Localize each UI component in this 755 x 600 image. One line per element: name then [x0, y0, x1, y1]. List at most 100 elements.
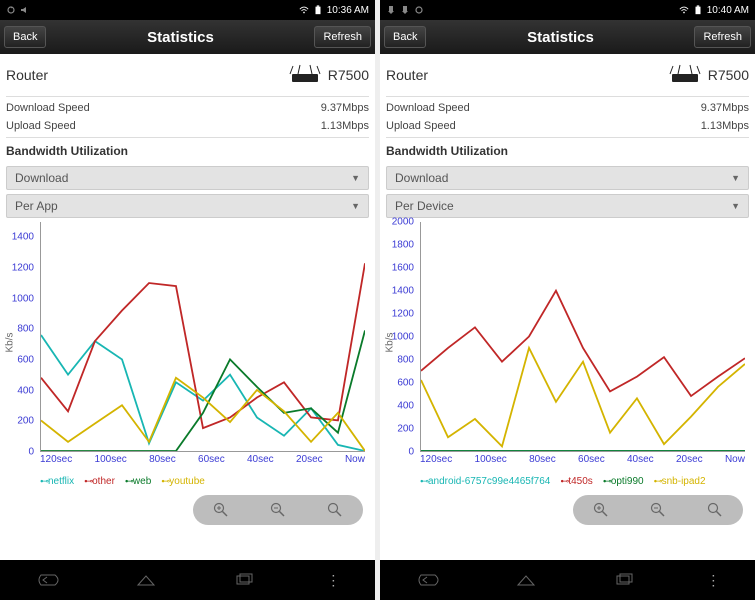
legend: ⊷android-6757c99e4465f764⊷t450s⊷opti990⊷…	[386, 472, 749, 491]
x-tick: 40sec	[627, 454, 654, 472]
back-button[interactable]: Back	[4, 26, 46, 48]
chart-svg	[421, 222, 745, 451]
content: Router R7500 Download Speed 9.37Mbps Upl…	[0, 54, 375, 560]
y-axis: 0200400600800100012001400160018002000	[386, 222, 416, 452]
wifi-icon	[299, 5, 309, 15]
x-tick: 20sec	[296, 454, 323, 472]
download-speed-label: Download Speed	[6, 102, 90, 114]
zoom-bar	[193, 495, 363, 525]
download-speed-value: 9.37Mbps	[701, 102, 749, 114]
x-tick: 100sec	[475, 454, 507, 472]
chart-left: Kb/s 0200400600800100012001400 120sec100…	[6, 222, 369, 472]
zoom-out-icon[interactable]	[270, 502, 286, 518]
x-axis: 120sec100sec80sec60sec40sec20secNow	[40, 454, 365, 472]
download-icon	[386, 5, 396, 15]
nav-recent-icon[interactable]	[609, 573, 637, 587]
y-tick: 1000	[6, 293, 34, 304]
phone-left: 10:36 AM Back Statistics Refresh Router …	[0, 0, 375, 600]
nav-recent-icon[interactable]	[229, 573, 257, 587]
upload-speed-value: 1.13Mbps	[321, 120, 369, 132]
x-axis: 120sec100sec80sec60sec40sec20secNow	[420, 454, 745, 472]
x-tick: 60sec	[198, 454, 225, 472]
legend-item: ⊷netflix	[40, 476, 74, 487]
legend-item: ⊷other	[84, 476, 115, 487]
dropdown-group[interactable]: Per App ▼	[6, 194, 369, 218]
upload-speed-row: Upload Speed 1.13Mbps	[386, 117, 749, 135]
nav-back-icon[interactable]	[415, 573, 443, 587]
download-speed-label: Download Speed	[386, 102, 470, 114]
status-time: 10:36 AM	[327, 5, 369, 16]
bandwidth-title: Bandwidth Utilization	[386, 140, 749, 162]
zoom-out-icon[interactable]	[650, 502, 666, 518]
status-time: 10:40 AM	[707, 5, 749, 16]
dropdown-direction-value: Download	[15, 171, 68, 185]
zoom-in-icon[interactable]	[593, 502, 609, 518]
nav-home-icon[interactable]	[512, 573, 540, 587]
refresh-button[interactable]: Refresh	[314, 26, 371, 48]
chevron-down-icon: ▼	[351, 173, 360, 183]
chevron-down-icon: ▼	[351, 201, 360, 211]
header: Back Statistics Refresh	[380, 20, 755, 54]
plot-area[interactable]	[420, 222, 745, 452]
legend-item: ⊷t450s	[560, 476, 592, 487]
sync-icon	[414, 5, 424, 15]
navbar: ⋮	[380, 560, 755, 600]
y-tick: 200	[6, 416, 34, 427]
x-tick: 100sec	[95, 454, 127, 472]
router-row: Router R7500	[6, 60, 369, 94]
y-tick: 200	[386, 424, 414, 435]
page-title: Statistics	[426, 29, 694, 46]
back-button[interactable]: Back	[384, 26, 426, 48]
y-tick: 0	[386, 447, 414, 458]
y-tick: 600	[386, 378, 414, 389]
battery-icon	[693, 5, 703, 15]
status-bar: 10:36 AM	[0, 0, 375, 20]
y-axis: 0200400600800100012001400	[6, 222, 36, 452]
dropdown-direction[interactable]: Download ▼	[386, 166, 749, 190]
router-label: Router	[6, 67, 48, 83]
nav-menu-icon[interactable]: ⋮	[706, 572, 720, 589]
dropdown-direction-value: Download	[395, 171, 448, 185]
y-tick: 1800	[386, 240, 414, 251]
upload-speed-label: Upload Speed	[386, 120, 456, 132]
page-title: Statistics	[46, 29, 314, 46]
chevron-down-icon: ▼	[731, 173, 740, 183]
dropdown-group[interactable]: Per Device ▼	[386, 194, 749, 218]
x-tick: 20sec	[676, 454, 703, 472]
zoom-reset-icon[interactable]	[327, 502, 343, 518]
plot-area[interactable]	[40, 222, 365, 452]
upload-speed-row: Upload Speed 1.13Mbps	[6, 117, 369, 135]
bandwidth-title: Bandwidth Utilization	[6, 140, 369, 162]
dropdown-direction[interactable]: Download ▼	[6, 166, 369, 190]
upload-speed-value: 1.13Mbps	[701, 120, 749, 132]
download-speed-row: Download Speed 9.37Mbps	[386, 99, 749, 117]
nav-menu-icon[interactable]: ⋮	[326, 572, 340, 589]
volume-icon	[20, 5, 30, 15]
content: Router R7500 Download Speed 9.37Mbps Upl…	[380, 54, 755, 560]
legend-item: ⊷youtube	[161, 476, 205, 487]
y-tick: 400	[6, 385, 34, 396]
zoom-bar	[573, 495, 743, 525]
nav-back-icon[interactable]	[35, 573, 63, 587]
nav-home-icon[interactable]	[132, 573, 160, 587]
download-speed-row: Download Speed 9.37Mbps	[6, 99, 369, 117]
phone-right: 10:40 AM Back Statistics Refresh Router …	[380, 0, 755, 600]
legend-item: ⊷snb-ipad2	[654, 476, 706, 487]
legend: ⊷netflix⊷other⊷web⊷youtube	[6, 472, 369, 491]
x-tick: 40sec	[247, 454, 274, 472]
navbar: ⋮	[0, 560, 375, 600]
x-tick: 120sec	[420, 454, 452, 472]
y-tick: 1400	[6, 232, 34, 243]
zoom-reset-icon[interactable]	[707, 502, 723, 518]
download-icon	[400, 5, 410, 15]
zoom-in-icon[interactable]	[213, 502, 229, 518]
download-speed-value: 9.37Mbps	[321, 102, 369, 114]
x-tick: Now	[345, 454, 365, 472]
refresh-button[interactable]: Refresh	[694, 26, 751, 48]
sync-icon	[6, 5, 16, 15]
y-tick: 1000	[386, 332, 414, 343]
x-tick: 80sec	[149, 454, 176, 472]
chart-svg	[41, 222, 365, 451]
chart-right: Kb/s 02004006008001000120014001600180020…	[386, 222, 749, 472]
router-model: R7500	[328, 67, 369, 83]
